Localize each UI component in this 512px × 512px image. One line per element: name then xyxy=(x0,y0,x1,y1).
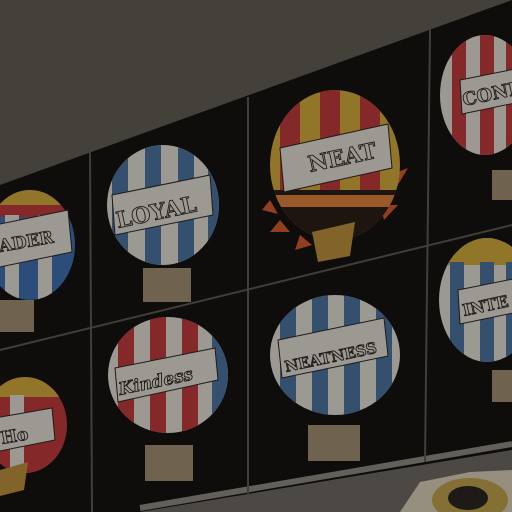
photo-exposure-overlay xyxy=(0,0,512,512)
classroom-wall-photo: ADER LOYAL NEAT CONF Kindess NEATNESS Ho… xyxy=(0,0,512,512)
photo-canvas: ADER LOYAL NEAT CONF Kindess NEATNESS Ho… xyxy=(0,0,512,512)
